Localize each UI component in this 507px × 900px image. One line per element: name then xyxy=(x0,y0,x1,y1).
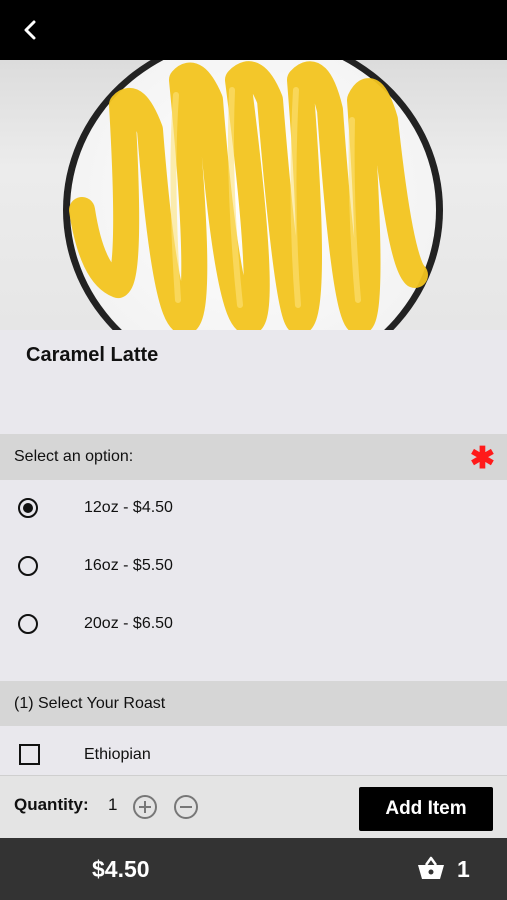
roast-choice-ethiopian[interactable]: Ethiopian xyxy=(0,730,507,780)
order-total: $4.50 xyxy=(92,856,150,882)
item-title-area: Caramel Latte xyxy=(0,330,507,434)
required-asterisk-icon: ✱ xyxy=(469,442,495,475)
quantity-value: 1 xyxy=(108,795,118,814)
item-title: Caramel Latte xyxy=(26,344,159,366)
basket-icon xyxy=(418,856,444,879)
radio-button-selected[interactable] xyxy=(18,498,38,518)
option-row-16oz[interactable]: 16oz - $5.50 xyxy=(0,539,507,597)
top-nav-bar xyxy=(0,0,507,60)
options-section-title: Select an option: xyxy=(14,448,134,465)
order-footer: $4.50 1 xyxy=(0,838,507,900)
quantity-bar: Quantity: 1 Add Item xyxy=(0,775,507,839)
checkbox[interactable] xyxy=(19,744,40,765)
decrease-quantity-button[interactable] xyxy=(174,795,198,819)
roast-section-title: (1) Select Your Roast xyxy=(14,694,166,712)
quantity-label: Quantity: xyxy=(14,795,89,814)
roast-section-header: (1) Select Your Roast xyxy=(0,681,507,726)
option-row-20oz[interactable]: 20oz - $6.50 xyxy=(0,597,507,655)
option-row-12oz[interactable]: 12oz - $4.50 xyxy=(0,481,507,539)
add-item-button[interactable]: Add Item xyxy=(359,787,493,831)
cart-button[interactable] xyxy=(416,855,446,881)
back-button[interactable] xyxy=(14,14,46,46)
radio-button[interactable] xyxy=(18,614,38,634)
roast-choice-label: Ethiopian xyxy=(84,746,151,763)
increase-quantity-button[interactable] xyxy=(133,795,157,819)
option-label: 16oz - $5.50 xyxy=(84,557,173,574)
chevron-left-icon xyxy=(24,20,36,40)
options-section-header: Select an option: ✱ xyxy=(0,434,507,480)
product-image xyxy=(0,60,507,330)
radio-button[interactable] xyxy=(18,556,38,576)
option-label: 12oz - $4.50 xyxy=(84,499,173,516)
option-label: 20oz - $6.50 xyxy=(84,615,173,632)
cart-count: 1 xyxy=(457,856,470,882)
